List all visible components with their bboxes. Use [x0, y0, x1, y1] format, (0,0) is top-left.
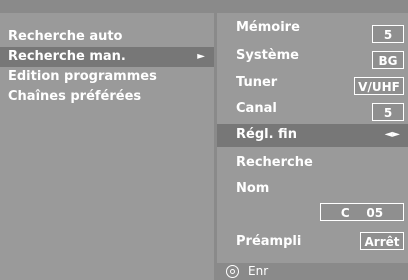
preampli-value[interactable]: Arrêt	[360, 232, 404, 250]
systeme-value[interactable]: BG	[372, 51, 404, 69]
regl-fin-row[interactable]: Régl. fin ◄►	[217, 124, 408, 147]
tuner-value[interactable]: V/UHF	[354, 77, 404, 95]
right-arrow-icon: ►	[197, 51, 205, 62]
menu-item-label: Chaînes préférées	[8, 89, 142, 104]
menu-item-recherche-man[interactable]: Recherche man. ►	[0, 47, 214, 67]
main-menu-panel: Recherche auto Recherche man. ► Edition …	[0, 13, 214, 280]
memoire-label: Mémoire	[236, 20, 300, 35]
recherche-label[interactable]: Recherche	[236, 153, 313, 173]
canal-value[interactable]: 5	[372, 103, 404, 121]
menu-item-edition-programmes[interactable]: Edition programmes	[0, 67, 214, 87]
nom-value[interactable]: C 05	[320, 203, 404, 221]
settings-panel: Mémoire 5 Système BG Tuner V/UHF Canal 5…	[217, 13, 408, 280]
save-label: Enr	[248, 264, 269, 278]
nom-label: Nom	[236, 181, 270, 196]
tuner-label: Tuner	[236, 75, 278, 90]
menu-item-chaines-preferees[interactable]: Chaînes préférées	[0, 87, 214, 107]
memoire-value[interactable]: 5	[372, 25, 404, 43]
systeme-label: Système	[236, 48, 299, 63]
preampli-label: Préampli	[236, 234, 302, 249]
canal-label: Canal	[236, 101, 277, 116]
footer-bar: Enr	[217, 263, 408, 280]
ok-button-icon	[226, 265, 239, 278]
left-right-arrows-icon: ◄►	[384, 129, 400, 140]
menu-item-label: Recherche auto	[8, 29, 123, 44]
menu-item-label: Edition programmes	[8, 69, 157, 84]
menu-item-recherche-auto[interactable]: Recherche auto	[0, 27, 214, 47]
regl-fin-label: Régl. fin	[236, 127, 297, 142]
menu-item-label: Recherche man.	[8, 49, 126, 64]
